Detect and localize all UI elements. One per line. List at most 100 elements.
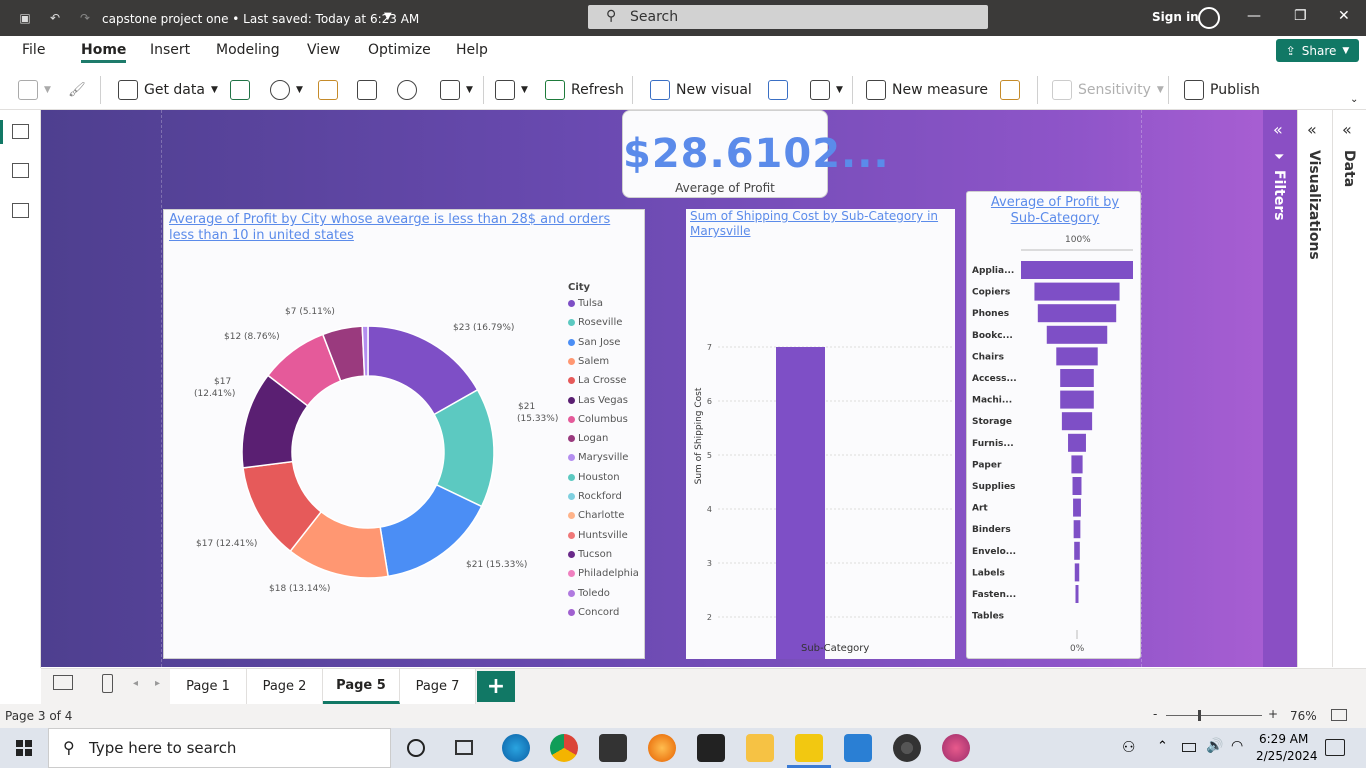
format-painter-button[interactable]: 🖌 bbox=[68, 78, 86, 102]
legend-item-philadelphia[interactable]: Philadelphia bbox=[568, 568, 639, 579]
recent-sources-button[interactable]: ▼ bbox=[440, 78, 473, 102]
funnel-bar-fasten[interactable] bbox=[1075, 585, 1079, 603]
funnel-bar-bookc[interactable] bbox=[1046, 325, 1108, 344]
funnel-bar-binders[interactable] bbox=[1073, 520, 1081, 539]
dataverse-button[interactable] bbox=[397, 78, 417, 102]
tray-chevron-icon[interactable]: ⌃ bbox=[1157, 739, 1168, 754]
store-icon[interactable] bbox=[697, 734, 725, 762]
windows-start-icon[interactable] bbox=[16, 740, 32, 756]
funnel-bar-envelo[interactable] bbox=[1074, 541, 1080, 560]
legend-item-concord[interactable]: Concord bbox=[568, 607, 619, 618]
notifications-icon[interactable] bbox=[1325, 739, 1345, 756]
clock-date[interactable]: 2/25/2024 bbox=[1256, 749, 1318, 763]
tab-page-5[interactable]: Page 5 bbox=[323, 669, 400, 704]
add-page-button[interactable]: + bbox=[477, 671, 515, 702]
excel-button[interactable] bbox=[230, 78, 250, 102]
bar-fasteners[interactable] bbox=[776, 347, 825, 659]
legend-item-la-crosse[interactable]: La Crosse bbox=[568, 375, 626, 386]
close-icon[interactable]: ✕ bbox=[1338, 8, 1350, 24]
sql-button[interactable] bbox=[318, 78, 338, 102]
funnel-bar-access[interactable] bbox=[1060, 369, 1094, 387]
fit-to-page-icon[interactable] bbox=[1331, 709, 1347, 721]
text-box-button[interactable] bbox=[768, 78, 788, 102]
legend-item-houston[interactable]: Houston bbox=[568, 472, 620, 483]
funnel-bar-applia[interactable] bbox=[1021, 261, 1133, 279]
clock-time[interactable]: 6:29 AM bbox=[1259, 732, 1308, 746]
legend-item-rockford[interactable]: Rockford bbox=[568, 491, 622, 502]
scroll-right-icon[interactable]: ▸ bbox=[155, 678, 160, 689]
legend-item-tulsa[interactable]: Tulsa bbox=[568, 298, 603, 309]
desktop-layout-icon[interactable] bbox=[53, 675, 73, 690]
sensitivity-button[interactable]: Sensitivity ▼ bbox=[1052, 78, 1164, 102]
collapse-data-icon[interactable]: « bbox=[1342, 120, 1352, 139]
task-view-icon[interactable] bbox=[455, 740, 473, 755]
enter-data-button[interactable] bbox=[357, 78, 377, 102]
taskbar-search-input[interactable]: ⚲ Type here to search bbox=[48, 728, 391, 768]
funnel-bar-art[interactable] bbox=[1073, 498, 1081, 517]
zoom-slider-thumb[interactable] bbox=[1198, 710, 1201, 721]
menu-insert[interactable]: Insert bbox=[150, 42, 190, 58]
new-measure-button[interactable]: New measure bbox=[866, 78, 988, 102]
paste-button[interactable]: ▼ bbox=[18, 78, 51, 102]
kpi-card[interactable]: $28.6102... Average of Profit bbox=[622, 110, 889, 198]
tab-page-7[interactable]: Page 7 bbox=[400, 669, 476, 704]
legend-item-toledo[interactable]: Toledo bbox=[568, 588, 610, 599]
legend-item-las-vegas[interactable]: Las Vegas bbox=[568, 395, 628, 406]
funnel-bar-chairs[interactable] bbox=[1056, 347, 1098, 366]
volume-icon[interactable]: 🔊 bbox=[1206, 738, 1223, 754]
collapse-filters-icon[interactable]: « bbox=[1273, 120, 1283, 139]
funnel-bar-phones[interactable] bbox=[1037, 304, 1117, 323]
title-dropdown-icon[interactable]: ▼ bbox=[384, 11, 392, 22]
firefox-icon[interactable] bbox=[648, 734, 676, 762]
wifi-icon[interactable]: ◠ bbox=[1231, 738, 1243, 754]
remote-desktop-icon[interactable] bbox=[844, 734, 872, 762]
collapse-ribbon-icon[interactable]: ⌄ bbox=[1350, 94, 1358, 105]
menu-optimize[interactable]: Optimize bbox=[368, 42, 431, 58]
funnel-bar-copiers[interactable] bbox=[1034, 282, 1120, 301]
undo-icon[interactable]: ↶ bbox=[45, 8, 65, 28]
chrome-icon[interactable] bbox=[550, 734, 578, 762]
sign-in-link[interactable]: Sign in bbox=[1152, 10, 1199, 24]
transform-data-button[interactable]: ▼ bbox=[495, 78, 528, 102]
legend-item-charlotte[interactable]: Charlotte bbox=[568, 510, 624, 521]
menu-modeling[interactable]: Modeling bbox=[216, 42, 280, 58]
collapse-visualizations-icon[interactable]: « bbox=[1307, 120, 1317, 139]
legend-item-tucson[interactable]: Tucson bbox=[568, 549, 612, 560]
tab-page-1[interactable]: Page 1 bbox=[170, 669, 247, 704]
cortana-icon[interactable] bbox=[407, 739, 425, 757]
legend-item-columbus[interactable]: Columbus bbox=[568, 414, 628, 425]
funnel-bar-labels[interactable] bbox=[1074, 563, 1080, 582]
settings-icon[interactable] bbox=[893, 734, 921, 762]
minimize-icon[interactable]: — bbox=[1247, 8, 1261, 24]
zoom-out-button[interactable]: - bbox=[1153, 707, 1157, 721]
visualizations-pane[interactable]: « Visualizations bbox=[1297, 110, 1332, 667]
redo-icon[interactable]: ↷ bbox=[75, 8, 95, 28]
table-view-icon[interactable] bbox=[12, 163, 29, 178]
more-visuals-button[interactable]: ▼ bbox=[810, 78, 843, 102]
search-input[interactable]: ⚲ Search bbox=[588, 5, 988, 29]
share-button[interactable]: ⇪ Share ▼ bbox=[1276, 39, 1359, 62]
people-icon[interactable]: ⚇ bbox=[1122, 738, 1135, 756]
publish-button[interactable]: Publish bbox=[1184, 78, 1260, 102]
scroll-left-icon[interactable]: ◂ bbox=[133, 678, 138, 689]
funnel-visual[interactable]: Average of Profit by Sub-Category 100% A… bbox=[966, 191, 1141, 659]
new-visual-button[interactable]: New visual bbox=[650, 78, 752, 102]
mail-icon[interactable] bbox=[599, 734, 627, 762]
power-bi-icon[interactable] bbox=[795, 734, 823, 762]
legend-item-san-jose[interactable]: San Jose bbox=[568, 337, 620, 348]
legend-item-huntsville[interactable]: Huntsville bbox=[568, 530, 628, 541]
onelake-button[interactable]: ▼ bbox=[270, 78, 303, 102]
battery-icon[interactable] bbox=[1182, 743, 1196, 752]
avatar-icon[interactable] bbox=[1198, 7, 1220, 29]
file-explorer-icon[interactable] bbox=[746, 734, 774, 762]
mobile-layout-icon[interactable] bbox=[102, 674, 113, 693]
menu-help[interactable]: Help bbox=[456, 42, 488, 58]
bar-visual[interactable]: Sum of Shipping Cost by Sub-Category in … bbox=[686, 209, 955, 659]
report-view-icon[interactable] bbox=[12, 124, 29, 139]
edge-icon[interactable] bbox=[502, 734, 530, 762]
donut-visual[interactable]: Average of Profit by City whose avearge … bbox=[163, 209, 645, 659]
legend-item-marysville[interactable]: Marysville bbox=[568, 452, 628, 463]
legend-item-logan[interactable]: Logan bbox=[568, 433, 608, 444]
data-pane[interactable]: « Data bbox=[1332, 110, 1366, 667]
funnel-bar-paper[interactable] bbox=[1071, 455, 1083, 474]
